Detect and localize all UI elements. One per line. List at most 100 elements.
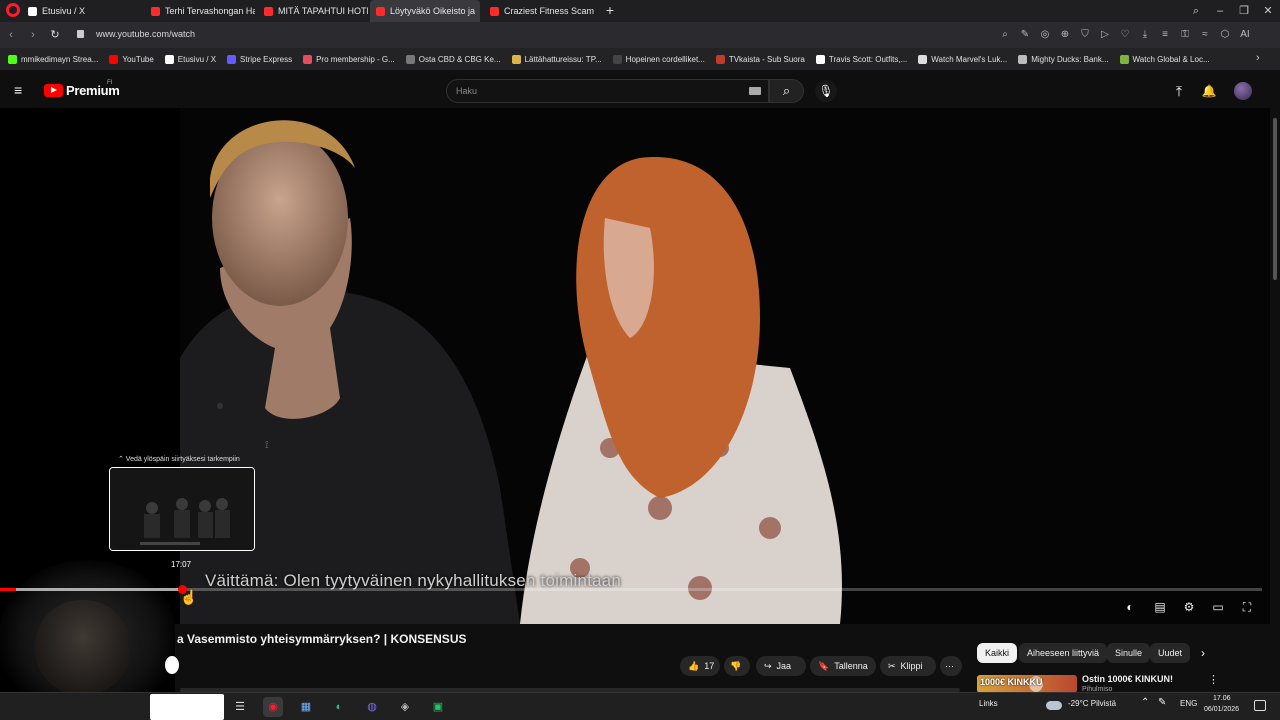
close-window-button[interactable]: ✕ <box>1256 0 1280 22</box>
discord-icon[interactable]: ◍ <box>362 697 382 717</box>
bookmark-favicon-icon <box>511 54 521 64</box>
scrollbar-thumb[interactable] <box>1273 118 1277 280</box>
taskbar-search[interactable] <box>150 694 224 720</box>
tab-1[interactable]: Terhi Tervashongan Haast <box>145 0 255 22</box>
pen-icon[interactable]: ✎ <box>1158 697 1166 708</box>
url-field[interactable]: www.youtube.com/watch <box>96 29 195 39</box>
forward-button[interactable]: › <box>24 22 42 48</box>
tab-2[interactable]: MITÄ TAPAHTUI HOTELLIS <box>258 0 368 22</box>
language-indicator[interactable]: ENG <box>1180 699 1197 708</box>
bookmarks-more-button[interactable]: › <box>1256 52 1260 64</box>
bookmark-item[interactable]: Mighty Ducks: Bank... <box>1018 54 1109 64</box>
settings-gear-icon[interactable]: ⚙ <box>1180 599 1198 615</box>
bookmarks-bar: mmikedimayn Strea... YouTube Etusivu / X St… <box>0 48 1280 70</box>
tab-4[interactable]: Craziest Fitness Scam I've <box>484 0 596 22</box>
screenshot-icon[interactable]: ✎ <box>1018 28 1032 42</box>
terminal-icon[interactable]: ▣ <box>428 697 448 717</box>
save-button[interactable]: 🔖 Tallenna <box>810 656 876 676</box>
bookmark-item[interactable]: Etusivu / X <box>164 54 216 64</box>
back-button[interactable]: ‹ <box>2 22 20 48</box>
more-actions-button[interactable]: ⋯ <box>940 656 962 676</box>
edge-icon[interactable]: ◐ <box>329 697 349 717</box>
ai-icon[interactable]: AI <box>1238 28 1252 42</box>
bookmark-favicon-icon <box>612 54 622 64</box>
clip-button[interactable]: ✂ Klippi <box>880 656 936 676</box>
filter-chip[interactable]: Uudet <box>1150 643 1191 663</box>
minimize-button[interactable]: – <box>1208 0 1232 22</box>
extension-icon[interactable]: ⬡ <box>1218 28 1232 42</box>
bookmark-item[interactable]: Travis Scott: Outfits,... <box>815 54 907 64</box>
fullscreen-button[interactable]: ⛶ <box>1238 599 1256 615</box>
notifications-bell-icon[interactable]: 🔔 <box>1200 82 1218 100</box>
links-toolbar[interactable]: Links <box>979 699 998 708</box>
tab-search-icon[interactable]: ⌕ <box>1184 0 1208 22</box>
video-player[interactable]: ⟟ <box>180 108 1270 624</box>
find-icon[interactable]: ⌕ <box>998 28 1012 42</box>
bookmark-item[interactable]: Osta CBD & CBG Ke... <box>405 54 501 64</box>
tab-label: Löytyväkö Oikeisto ja <box>390 6 476 16</box>
share-button[interactable]: ↪ Jaa <box>756 656 806 676</box>
recommendation-title[interactable]: Ostin 1000€ KINKUN! <box>1082 674 1173 684</box>
tab-3[interactable]: Löytyväkö Oikeisto ja <box>370 0 480 22</box>
youtube-logo-icon[interactable] <box>44 84 63 97</box>
subtitles-button[interactable]: ▤ <box>1151 599 1169 615</box>
opera-logo-icon[interactable] <box>6 3 20 17</box>
clock-date[interactable]: 06/01/2026 <box>1204 706 1239 713</box>
tab-0[interactable]: Etusivu / X <box>22 0 140 22</box>
bookmark-favicon-icon <box>815 54 825 64</box>
wallet-icon[interactable]: ⚿ <box>1178 28 1192 42</box>
bookmark-item[interactable]: Watch Global & Loc... <box>1119 54 1210 64</box>
search-button[interactable]: ⌕ <box>769 79 804 103</box>
clock-time[interactable]: 17.06 <box>1213 695 1231 702</box>
keyboard-icon[interactable] <box>749 87 761 95</box>
search-input[interactable] <box>446 79 769 103</box>
upload-icon[interactable]: ⤒ <box>1170 82 1188 100</box>
heart-icon[interactable]: ♡ <box>1118 28 1132 42</box>
scrub-preview-thumbnail <box>109 467 255 551</box>
account-avatar[interactable] <box>1234 82 1252 100</box>
maximize-button[interactable]: ❐ <box>1232 0 1256 22</box>
aria-icon[interactable]: ≈ <box>1198 28 1212 42</box>
copilot-icon[interactable]: ▦ <box>296 697 316 717</box>
chips-next-button[interactable]: › <box>1196 645 1210 661</box>
voice-search-button[interactable]: 🎙 <box>815 80 837 102</box>
easy-setup-icon[interactable]: ≡ <box>1158 28 1172 42</box>
filter-chip[interactable]: Kaikki <box>977 643 1018 663</box>
lock-icon[interactable] <box>77 30 84 38</box>
filter-chip[interactable]: Aiheeseen liittyviä <box>1019 643 1108 663</box>
recommendation-more-icon[interactable]: ⋮ <box>1208 673 1219 686</box>
play-icon[interactable]: ▷ <box>1098 28 1112 42</box>
new-tab-button[interactable]: + <box>602 0 618 22</box>
channel-avatar[interactable] <box>165 656 179 674</box>
bookmark-item[interactable]: Lättähattureissu: TP... <box>511 54 602 64</box>
bookmark-item[interactable]: Stripe Express <box>227 54 292 64</box>
bookmark-item[interactable]: mmikedimayn Strea... <box>8 54 98 64</box>
tab-favicon-icon <box>490 6 499 16</box>
vpn-icon[interactable]: ⊕ <box>1058 28 1072 42</box>
bookmark-label: Lättähattureissu: TP... <box>524 54 602 64</box>
dislike-button[interactable]: 👎 <box>724 656 750 676</box>
bookmark-label: Watch Global & Loc... <box>1132 54 1210 64</box>
bookmark-item[interactable]: TVkaista - Sub Suora <box>715 54 805 64</box>
download-icon[interactable]: ⤓ <box>1138 28 1152 42</box>
filter-chip[interactable]: Sinulle <box>1107 643 1151 663</box>
hamburger-menu-icon[interactable]: ≡ <box>14 83 30 97</box>
like-button[interactable]: 👍 17 <box>680 656 720 676</box>
bookmark-item[interactable]: Watch Marvel's Luk... <box>918 54 1007 64</box>
theater-mode-button[interactable]: ▭ <box>1209 599 1227 615</box>
camera-icon[interactable]: ◎ <box>1038 28 1052 42</box>
bookmark-label: Osta CBD & CBG Ke... <box>418 54 501 64</box>
bookmark-item[interactable]: Pro membership - G... <box>303 54 395 64</box>
tray-overflow-icon[interactable]: ⌃ <box>1141 697 1149 708</box>
autoplay-toggle[interactable]: ◐ <box>1121 599 1139 615</box>
bookmark-item[interactable]: YouTube <box>109 54 154 64</box>
bookmark-favicon-icon <box>164 54 174 64</box>
reload-button[interactable]: ↻ <box>46 22 64 48</box>
task-view-icon[interactable]: ☰ <box>230 697 250 717</box>
shield-app-icon[interactable]: ◈ <box>395 697 415 717</box>
weather-widget[interactable]: -29°C Pilvistä <box>1068 699 1116 708</box>
bookmark-item[interactable]: Hopeinen cordelliket... <box>612 54 705 64</box>
notification-center-icon[interactable] <box>1254 700 1266 711</box>
opera-icon[interactable]: ◉ <box>263 697 283 717</box>
shield-icon[interactable]: ⛉ <box>1078 28 1092 42</box>
